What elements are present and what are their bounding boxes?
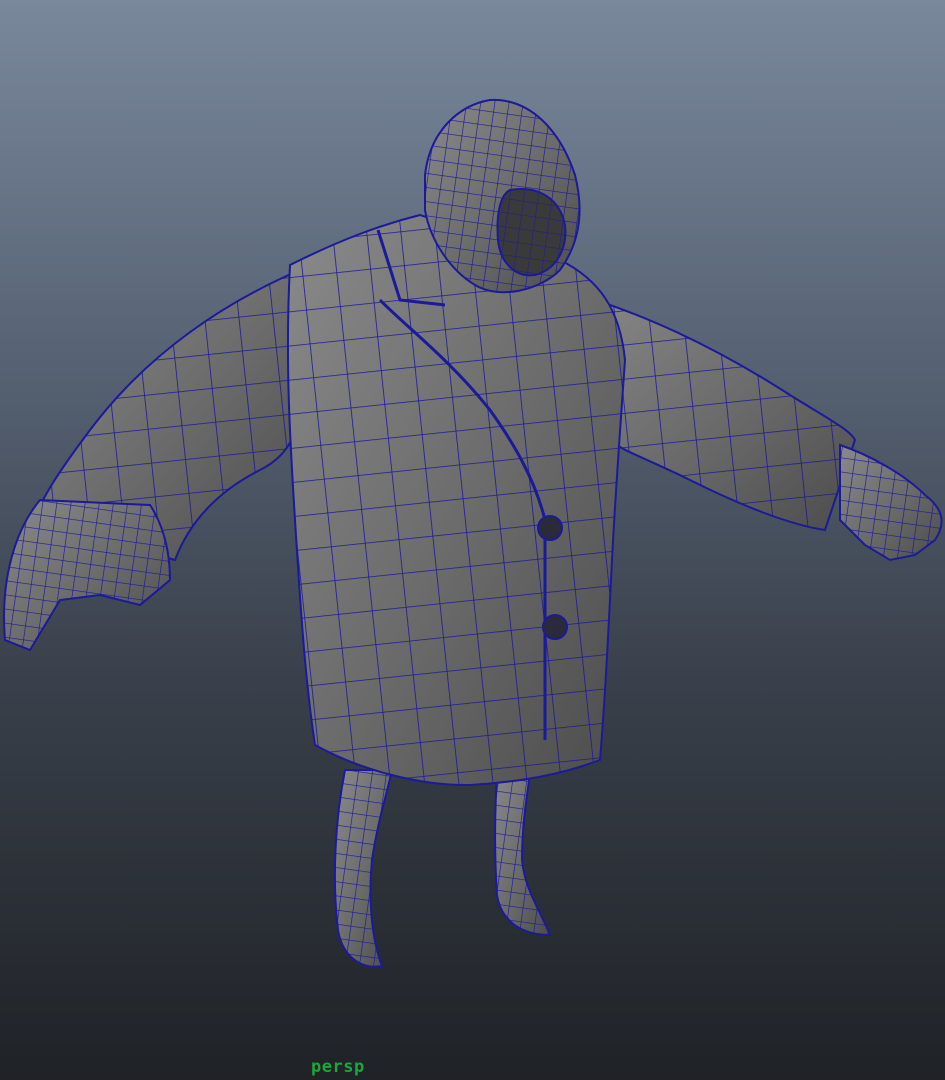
coat-button-lower bbox=[542, 614, 568, 640]
hooded-coat-character-mesh[interactable] bbox=[0, 0, 945, 1080]
legs-mesh bbox=[333, 759, 552, 968]
coat-body-mesh bbox=[286, 213, 627, 787]
coat-button-upper bbox=[537, 515, 563, 541]
camera-name-label: persp bbox=[311, 1057, 365, 1077]
left-arm-mesh bbox=[3, 268, 301, 652]
maya-perspective-viewport[interactable]: persp bbox=[0, 0, 945, 1080]
